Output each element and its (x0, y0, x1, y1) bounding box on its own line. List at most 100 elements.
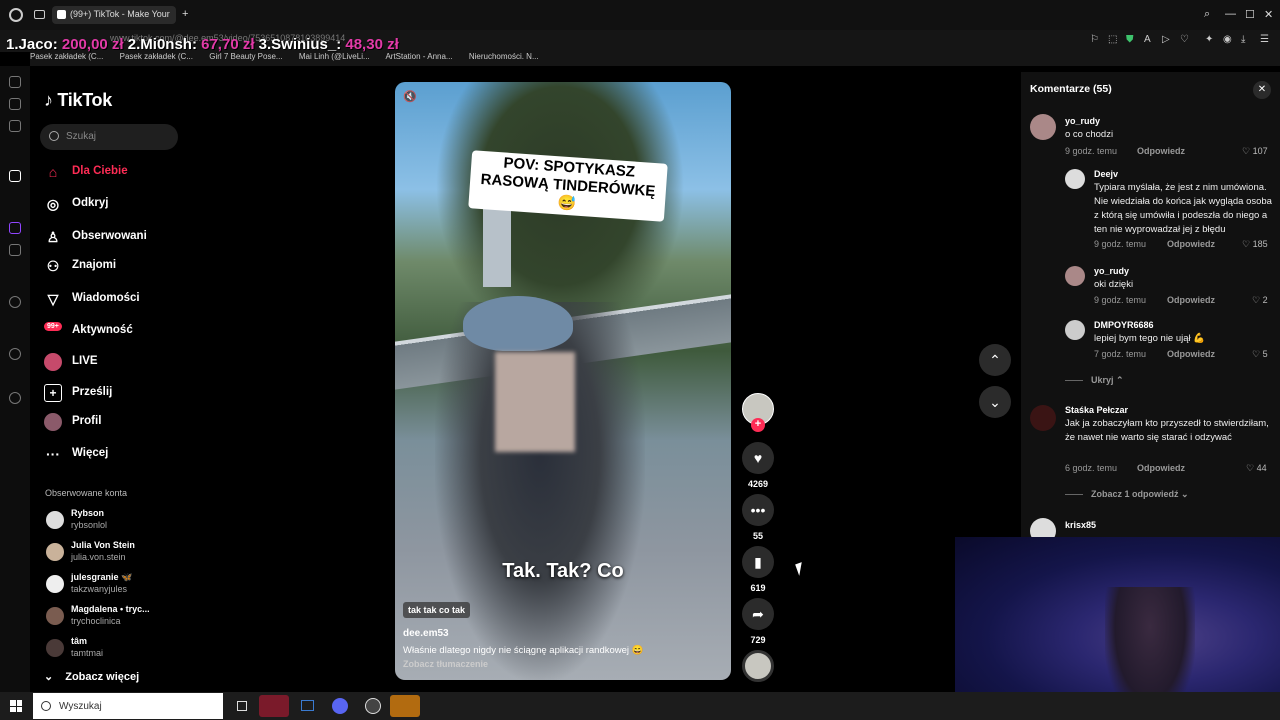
taskbar-app-excel-icon[interactable] (292, 695, 322, 717)
new-tab-button[interactable]: + (182, 8, 188, 20)
bookmark-item[interactable]: Girl 7 Beauty Pose... (209, 52, 282, 61)
comment-time: 9 godz. temu (1094, 295, 1147, 305)
translate-icon[interactable]: A (1144, 34, 1151, 45)
download-icon[interactable]: ⤓ (1241, 34, 1245, 45)
comment-like[interactable]: ♡ 5 (1252, 349, 1268, 360)
video-author[interactable]: dee.em53 (403, 628, 449, 639)
taskbar-app-opera-icon[interactable] (259, 695, 289, 717)
bookmark-item[interactable]: Pasek zakładek (C... (120, 52, 193, 61)
rail-settings-icon[interactable] (9, 392, 21, 404)
rail-history-icon[interactable] (9, 348, 21, 360)
extensions-icon[interactable]: ✦ (1205, 34, 1213, 45)
rail-app-icon[interactable] (9, 98, 21, 110)
reply-button[interactable]: Odpowiedz (1137, 463, 1185, 473)
bookmark-item[interactable]: Mai Linh (@LiveLi... (299, 52, 370, 61)
taskbar-search-input[interactable]: Wyszukaj (33, 693, 223, 719)
comment-like[interactable]: ♡ 44 (1246, 463, 1267, 474)
bookmark-icon[interactable]: ▮ (742, 546, 774, 578)
comment-like[interactable]: ♡ 185 (1242, 239, 1268, 250)
rail-app-icon[interactable] (9, 120, 21, 132)
tiktok-logo[interactable]: ♪ TikTok (44, 90, 112, 111)
rail-app-icon[interactable] (9, 76, 21, 88)
video-description: Właśnie dlatego nigdy nie ściągnę aplika… (403, 645, 644, 656)
like-action[interactable]: ♥ 4269 (742, 442, 774, 489)
next-video-button[interactable]: ⌄ (979, 386, 1011, 418)
followed-account[interactable]: Rybson rybsonlol (44, 506, 194, 534)
close-window-button[interactable]: ✕ (1264, 8, 1273, 21)
search-tabs-icon[interactable]: ⌕ (1204, 8, 1210, 21)
home-icon: ⌂ (48, 164, 58, 180)
taskbar-app-discord-icon[interactable] (325, 695, 355, 717)
nav-label: Dla Ciebie (72, 165, 128, 177)
comment-username[interactable]: Staśka Pełczar (1065, 405, 1128, 415)
avatar[interactable] (1030, 114, 1056, 140)
avatar[interactable] (1065, 169, 1085, 189)
sound-disc[interactable] (742, 650, 774, 682)
see-more-accounts[interactable]: ⌄ Zobacz więcej (44, 670, 139, 683)
avatar[interactable] (1065, 320, 1085, 340)
comment-username[interactable]: Deejv (1094, 169, 1118, 179)
mute-icon[interactable]: 🔇 (403, 90, 417, 103)
comment-username[interactable]: krisx85 (1065, 520, 1096, 530)
video-player[interactable]: 🔇 POV: SPOTYKASZ RASOWĄ TINDERÓWKĘ 😅 Tak… (395, 82, 731, 680)
screenshot-icon[interactable]: ⬚ (1108, 34, 1117, 45)
avatar[interactable] (1065, 266, 1085, 286)
comment-icon[interactable]: ••• (742, 494, 774, 526)
previous-video-button[interactable]: ⌃ (979, 344, 1011, 376)
windows-start-icon[interactable] (10, 700, 22, 712)
comment-username[interactable]: yo_rudy (1094, 266, 1129, 276)
bookmark-item[interactable]: Nieruchomości. N... (469, 52, 539, 61)
reply-button[interactable]: Odpowiedz (1167, 349, 1215, 359)
bookmark-item[interactable]: Pasek zakładek (C... (30, 52, 103, 61)
more-icon: ··· (46, 446, 60, 462)
browser-logo-icon[interactable] (9, 8, 23, 22)
followed-account[interactable]: Magdalena • tryc... trychoclinica (44, 602, 194, 630)
followed-account[interactable]: Julia Von Stein julia.von.stein (44, 538, 194, 566)
close-comments-button[interactable]: ✕ (1253, 81, 1271, 99)
rail-x-icon[interactable] (9, 244, 21, 256)
shield-icon[interactable]: ⛊ (1126, 34, 1134, 45)
taskbar-app-obs-icon[interactable] (358, 695, 388, 717)
tiktok-sidebar: ♪ TikTok Szukaj ⌂ Dla Ciebie ◎ Odkryj ♙ Obs… (30, 66, 190, 692)
hide-replies-toggle[interactable]: Ukryj ⌃ (1065, 375, 1124, 386)
comment-action[interactable]: ••• 55 (742, 494, 774, 541)
search-input[interactable]: Szukaj (40, 124, 178, 150)
reply-button[interactable]: Odpowiedz (1167, 295, 1215, 305)
show-replies-label: Zobacz 1 odpowiedź (1091, 489, 1179, 499)
donor-2-amount: 67,70 zł (201, 36, 255, 53)
comment-username[interactable]: yo_rudy (1065, 116, 1100, 126)
maximize-button[interactable]: ☐ (1245, 8, 1255, 21)
task-view-icon[interactable] (227, 695, 257, 717)
taskbar-app-streamlabs-icon[interactable] (390, 695, 420, 717)
share-action[interactable]: ➦ 729 (742, 598, 774, 645)
see-translation-link[interactable]: Zobacz tłumaczenie (403, 659, 488, 669)
comment-time: 9 godz. temu (1094, 239, 1147, 249)
reply-button[interactable]: Odpowiedz (1167, 239, 1215, 249)
rail-twitch-icon[interactable] (9, 222, 21, 234)
rail-player-icon[interactable] (9, 296, 21, 308)
avatar[interactable] (1030, 405, 1056, 431)
comment-like[interactable]: ♡ 2 (1252, 295, 1268, 306)
account-name: tâm (71, 636, 88, 646)
followed-account[interactable]: julesgranie 🦋 takzwanyjules (44, 570, 194, 598)
save-action[interactable]: ▮ 619 (742, 546, 774, 593)
reply-button[interactable]: Odpowiedz (1137, 146, 1185, 156)
play-icon[interactable]: ▷ (1162, 34, 1170, 45)
workspaces-icon[interactable] (34, 10, 45, 19)
share-icon[interactable]: ➦ (742, 598, 774, 630)
minimize-button[interactable]: — (1225, 8, 1236, 20)
bookmark-icon[interactable]: ⚐ (1090, 34, 1099, 45)
rail-tiktok-icon[interactable] (9, 170, 21, 182)
heart-icon[interactable]: ♥ (742, 442, 774, 474)
browser-tab[interactable]: (99+) TikTok - Make Your (52, 6, 176, 24)
bookmark-item[interactable]: ArtStation - Anna... (385, 52, 452, 61)
heart-icon[interactable]: ♡ (1180, 34, 1189, 45)
followed-account[interactable]: tâm tamtmai (44, 634, 194, 662)
profile-icon[interactable]: ◉ (1223, 34, 1232, 45)
comment-like[interactable]: ♡ 107 (1242, 146, 1268, 157)
sound-label[interactable]: tak tak co tak (403, 602, 471, 618)
menu-icon[interactable]: ☰ (1260, 34, 1269, 45)
show-replies-toggle[interactable]: Zobacz 1 odpowiedź ⌄ (1065, 489, 1189, 500)
follow-plus-button[interactable]: + (751, 418, 765, 432)
comment-username[interactable]: DMPOYR6686 (1094, 320, 1154, 330)
